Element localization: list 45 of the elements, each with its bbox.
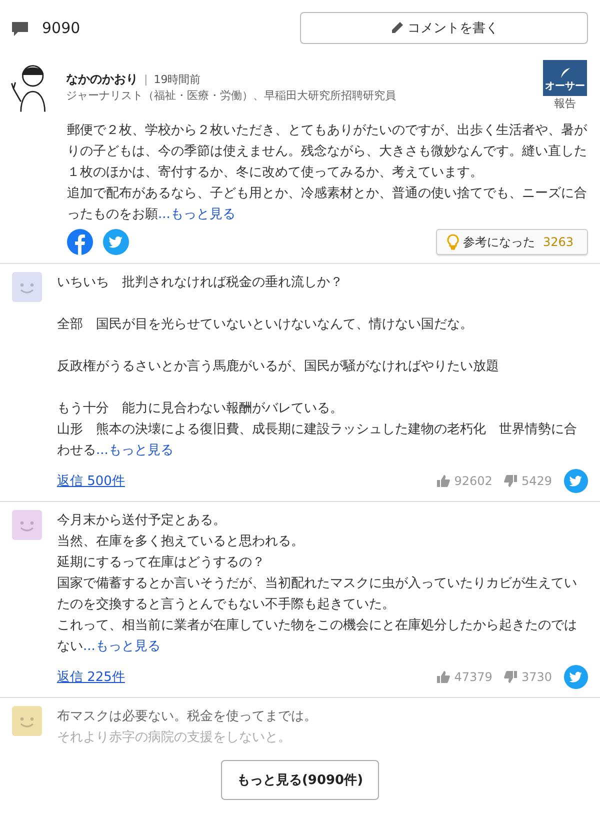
- comment-text: 国家で備蓄するとか言いそうだが、当初配れたマスクに虫が入っていたりカビが生えていたのを交換すると言うとんでもない不手際も起きていた。: [57, 575, 578, 614]
- feather-icon: [559, 67, 571, 79]
- lightbulb-icon: [447, 234, 459, 250]
- comment-text: 延期にするって在庫はどうするの？: [57, 554, 266, 572]
- like-count: 92602: [454, 474, 492, 488]
- replies-link[interactable]: 返信 500件: [57, 472, 434, 490]
- report-link[interactable]: 報告: [554, 96, 576, 111]
- author-profile: ジャーナリスト（福祉・医療・労働）、早稲田大研究所招聘研究員: [66, 88, 397, 104]
- comment-text: 郵便で２枚、学校から２枚いただき、とてもありがたいのですが、出歩く生活者や、暑がりの子どもは、今の季節は使えません。残念ながら、大きさも微妙なんです。縫い直した１枚のほかは、寄付するか、冬に改めて使ってみるか、考えています。: [67, 122, 588, 182]
- more-link[interactable]: ...もっと見る: [83, 639, 160, 654]
- comment-text: 今月末から送付予定とある。: [57, 512, 227, 530]
- post-time: 19時間前: [154, 73, 201, 86]
- twitter-icon[interactable]: [564, 469, 588, 493]
- dislike-count: 5429: [521, 474, 552, 488]
- author-name[interactable]: なかのかおり: [66, 72, 138, 86]
- replies-link[interactable]: 返信 225件: [57, 668, 434, 686]
- twitter-icon[interactable]: [103, 229, 129, 255]
- more-link[interactable]: ...もっと見る: [158, 207, 236, 222]
- badge-label: オーサー: [545, 80, 585, 93]
- comment-text: 反政権がうるさいとか言う馬鹿がいるが、国民が騒がなければやりたい放題: [57, 358, 500, 376]
- comment-text: これって、相当前に業者が在庫していた物をこの機会にと在庫処分したから起きたのではない...もっと見る: [57, 617, 578, 656]
- comment-text: いちいち 批判されなければ税金の垂れ流しか？: [57, 274, 344, 292]
- comment-text: 全部 国民が目を光らせていないといけないなんて、情けない国だな。: [57, 316, 474, 334]
- comment-text: 当然、在庫を多く抱えていると思われる。: [57, 533, 305, 551]
- helpful-button[interactable]: 参考になった 3263: [436, 229, 588, 255]
- write-comment-button[interactable]: コメントを書く: [300, 12, 588, 44]
- dislike-count: 3730: [521, 670, 552, 684]
- like-count: 47379: [454, 670, 492, 684]
- twitter-icon[interactable]: [564, 665, 588, 689]
- separator: |: [144, 73, 148, 86]
- thumbs-down-icon[interactable]: [504, 475, 518, 487]
- thumbs-up-icon[interactable]: [437, 671, 450, 683]
- thumbs-up-icon[interactable]: [437, 475, 450, 487]
- comment-text: もう十分 能力に見合わない報酬がバレている。: [57, 400, 344, 418]
- more-link[interactable]: ...もっと見る: [96, 443, 174, 458]
- comment-count: 9090: [42, 19, 82, 37]
- comment-text: 山形 熊本の決壊による復旧費、成長期に建設ラッシュした建物の老朽化 世界情勢に合わせる...もっと見る: [57, 421, 578, 460]
- comment-text: 布マスクは必要ない。税金を使ってまでは。: [57, 708, 318, 726]
- show-more-button[interactable]: もっと見る(9090件): [221, 760, 379, 800]
- comment-icon: [12, 20, 28, 36]
- comment-text: それより赤字の病院の支援をしないと。: [57, 729, 292, 747]
- thumbs-down-icon[interactable]: [504, 671, 518, 683]
- facebook-icon[interactable]: [67, 229, 93, 255]
- comment-text: 追加で配布があるなら、子ども用とか、冷感素材とか、普通の使い捨てでも、ニーズに合ったものをお願...もっと見る: [67, 184, 588, 224]
- pencil-icon: [390, 21, 404, 35]
